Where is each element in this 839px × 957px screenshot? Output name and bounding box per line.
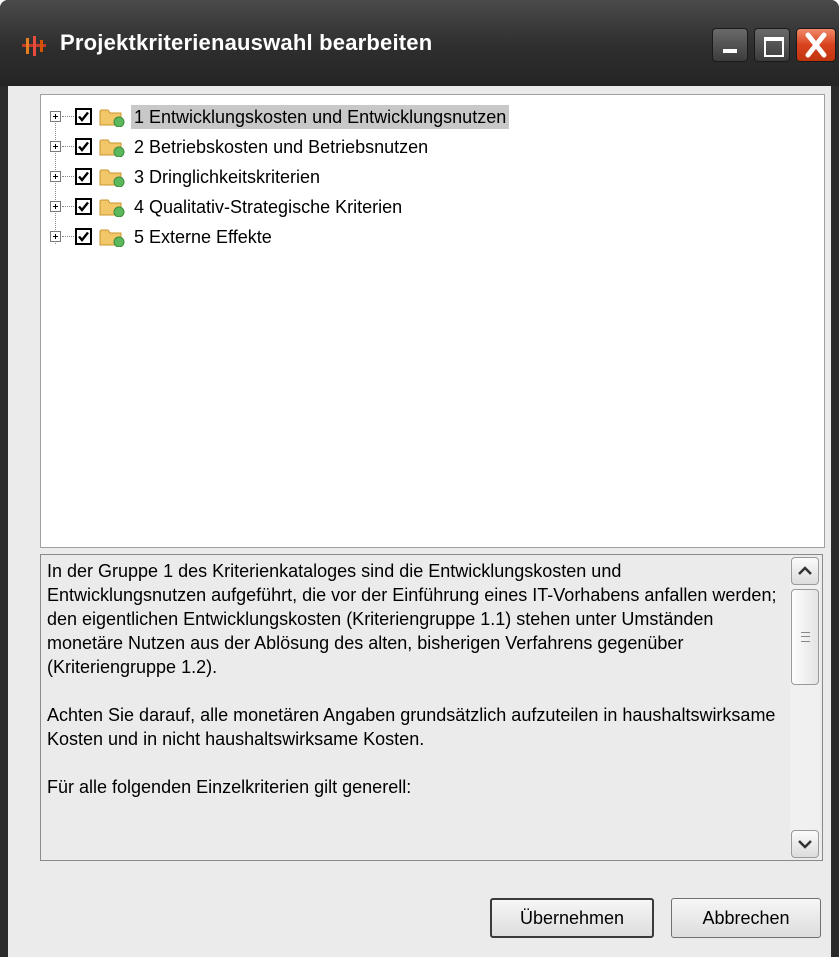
tree-dots	[62, 236, 74, 237]
folder-icon	[99, 109, 125, 127]
tree-item-checkbox[interactable]	[75, 138, 92, 155]
description-paragraph: Achten Sie darauf, alle monetären Angabe…	[47, 705, 776, 749]
tree-item-checkbox[interactable]	[75, 168, 92, 185]
expand-icon[interactable]	[50, 111, 61, 122]
title-bar[interactable]: Projektkriterienauswahl bearbeiten	[0, 0, 839, 86]
description-scrollbar[interactable]	[790, 557, 820, 858]
expand-icon[interactable]	[50, 201, 61, 212]
apply-button[interactable]: Übernehmen	[490, 898, 654, 938]
chevron-down-icon	[798, 840, 812, 849]
description-paragraph: In der Gruppe 1 des Kriterienkataloges s…	[47, 561, 777, 677]
maximize-icon	[764, 37, 784, 57]
cancel-button[interactable]: Abbrechen	[671, 898, 821, 938]
checkmark-icon	[78, 141, 89, 152]
expand-icon[interactable]	[50, 171, 61, 182]
folder-icon	[99, 229, 125, 247]
tree-dots	[62, 176, 74, 177]
scroll-up-button[interactable]	[791, 557, 819, 585]
tree-item-checkbox[interactable]	[75, 108, 92, 125]
tree-item-label[interactable]: 3 Dringlichkeitskriterien	[131, 165, 323, 189]
tree-dots	[62, 116, 74, 117]
minimize-button[interactable]	[712, 28, 748, 62]
tree-dots	[62, 146, 74, 147]
tree-item-label[interactable]: 4 Qualitativ-Strategische Kriterien	[131, 195, 405, 219]
maximize-button[interactable]	[754, 28, 790, 62]
checkmark-icon	[78, 171, 89, 182]
checkmark-icon	[78, 201, 89, 212]
dialog-body: 1 Entwicklungskosten und Entwicklungsnut…	[8, 86, 831, 957]
chevron-up-icon	[798, 566, 812, 575]
folder-icon	[99, 139, 125, 157]
scroll-down-button[interactable]	[791, 830, 819, 858]
grip-icon	[801, 632, 810, 642]
scroll-thumb[interactable]	[791, 589, 819, 685]
checkmark-icon	[78, 231, 89, 242]
description-text: In der Gruppe 1 des Kriterienkataloges s…	[47, 559, 782, 823]
tree-item-checkbox[interactable]	[75, 198, 92, 215]
description-textbox[interactable]: In der Gruppe 1 des Kriterienkataloges s…	[40, 554, 823, 861]
checkmark-icon	[78, 111, 89, 122]
criteria-tree[interactable]: 1 Entwicklungskosten und Entwicklungsnut…	[40, 94, 825, 548]
window-title: Projektkriterienauswahl bearbeiten	[60, 30, 433, 55]
expand-icon[interactable]	[50, 141, 61, 152]
tree-dots	[62, 206, 74, 207]
tree-item-label[interactable]: 5 Externe Effekte	[131, 225, 275, 249]
app-icon	[22, 36, 46, 56]
folder-icon	[99, 169, 125, 187]
tree-item-label[interactable]: 1 Entwicklungskosten und Entwicklungsnut…	[131, 105, 510, 129]
tree-item-checkbox[interactable]	[75, 228, 92, 245]
expand-icon[interactable]	[50, 231, 61, 242]
close-icon	[805, 32, 827, 58]
folder-icon	[99, 199, 125, 217]
minimize-icon	[723, 49, 737, 53]
description-paragraph: Für alle folgenden Einzelkriterien gilt …	[47, 777, 412, 797]
close-button[interactable]	[796, 28, 836, 62]
tree-item-label[interactable]: 2 Betriebskosten und Betriebsnutzen	[131, 135, 431, 159]
dialog-window: Projektkriterienauswahl bearbeiten 1 Ent…	[0, 0, 839, 957]
